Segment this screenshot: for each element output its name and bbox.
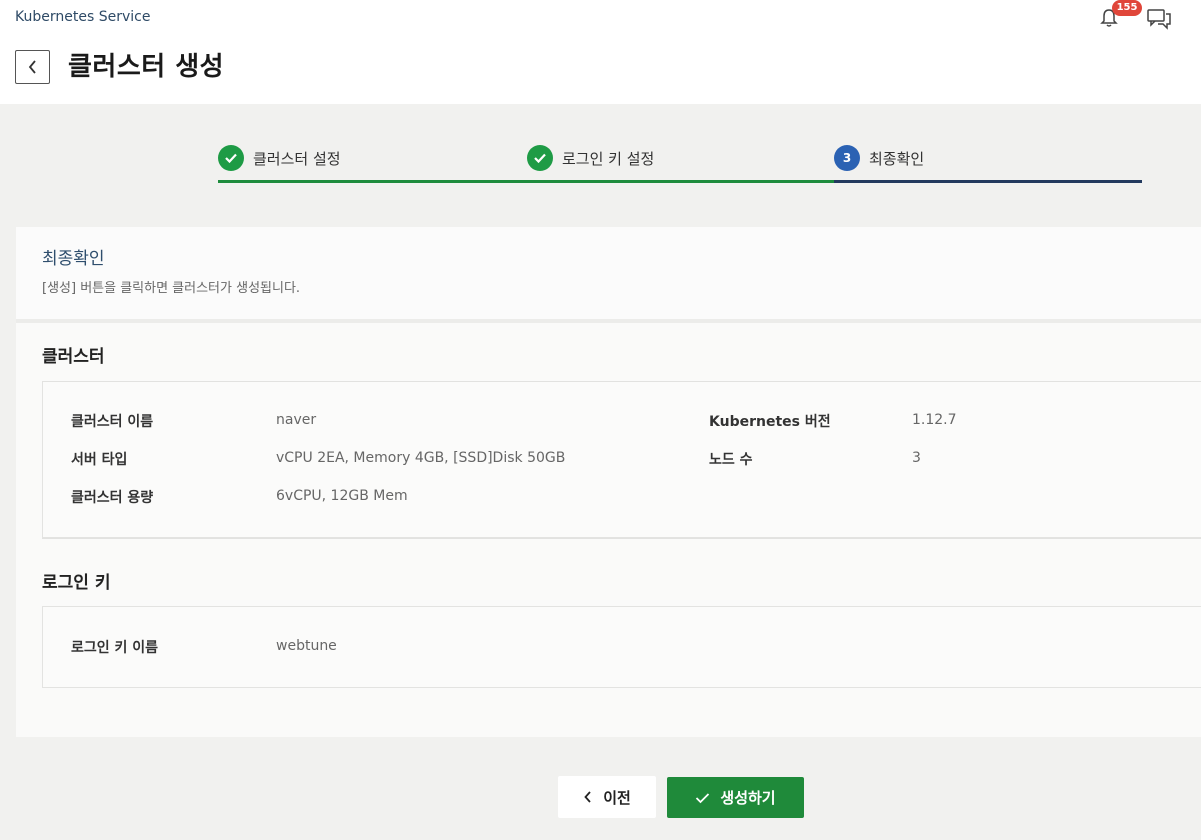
step-login-key-settings[interactable]: 로그인 키 설정 (527, 144, 654, 172)
cluster-info-panel: 클러스터 이름 naver 서버 타입 vCPU 2EA, Memory 4GB… (42, 382, 1201, 538)
cluster-capacity-value: 6vCPU, 12GB Mem (276, 488, 408, 504)
cluster-name-value: naver (276, 412, 317, 428)
field-label: 클러스터 이름 (71, 414, 154, 430)
node-count-value: 3 (912, 450, 921, 466)
review-card: 최종확인 [생성] 버튼을 클릭하면 클러스터가 생성됩니다. 클러스터 클러스… (16, 227, 1201, 737)
step-label: 클러스터 설정 (253, 149, 341, 168)
step-label: 최종확인 (869, 149, 925, 168)
field-label: 서버 타입 (71, 452, 128, 468)
cluster-section-title: 클러스터 (42, 347, 105, 367)
field-label: 클러스터 용량 (71, 490, 154, 506)
chat-icon[interactable] (1146, 6, 1172, 30)
progress-track-current (834, 180, 1142, 183)
field-label: Kubernetes 버전 (709, 414, 831, 430)
review-title: 최종확인 (42, 249, 105, 269)
divider (16, 319, 1201, 323)
divider (42, 538, 1201, 539)
step-final-review[interactable]: 3 최종확인 (834, 144, 924, 172)
field-label: 노드 수 (709, 452, 753, 468)
prev-button[interactable]: 이전 (558, 776, 656, 818)
server-type-value: vCPU 2EA, Memory 4GB, [SSD]Disk 50GB (276, 450, 566, 466)
page-header: Kubernetes Service 클러스터 생성 155 (0, 0, 1201, 104)
create-button[interactable]: 생성하기 (667, 777, 804, 818)
step-cluster-settings[interactable]: 클러스터 설정 (218, 144, 341, 172)
create-button-label: 생성하기 (720, 789, 776, 807)
prev-button-label: 이전 (603, 788, 631, 807)
progress-track-completed (218, 180, 834, 183)
check-icon (218, 145, 244, 171)
login-key-name-value: webtune (276, 638, 337, 654)
login-key-panel: 로그인 키 이름 webtune (42, 606, 1201, 688)
login-key-section-title: 로그인 키 (42, 573, 111, 593)
notification-badge: 155 (1112, 0, 1142, 16)
service-name: Kubernetes Service (15, 9, 151, 25)
chevron-left-icon (28, 60, 36, 74)
field-label: 로그인 키 이름 (71, 640, 159, 656)
review-header: 최종확인 [생성] 버튼을 클릭하면 클러스터가 생성됩니다. (16, 227, 1201, 319)
wizard-stepper: 클러스터 설정 로그인 키 설정 3 최종확인 (0, 104, 1201, 210)
chevron-left-icon (584, 791, 591, 803)
page-title: 클러스터 생성 (68, 52, 225, 82)
check-icon (527, 145, 553, 171)
kubernetes-version-value: 1.12.7 (912, 412, 957, 428)
back-button[interactable] (15, 50, 50, 84)
step-label: 로그인 키 설정 (562, 149, 655, 168)
check-icon (696, 792, 710, 803)
step-number: 3 (834, 145, 860, 171)
review-description: [생성] 버튼을 클릭하면 클러스터가 생성됩니다. (42, 281, 301, 296)
